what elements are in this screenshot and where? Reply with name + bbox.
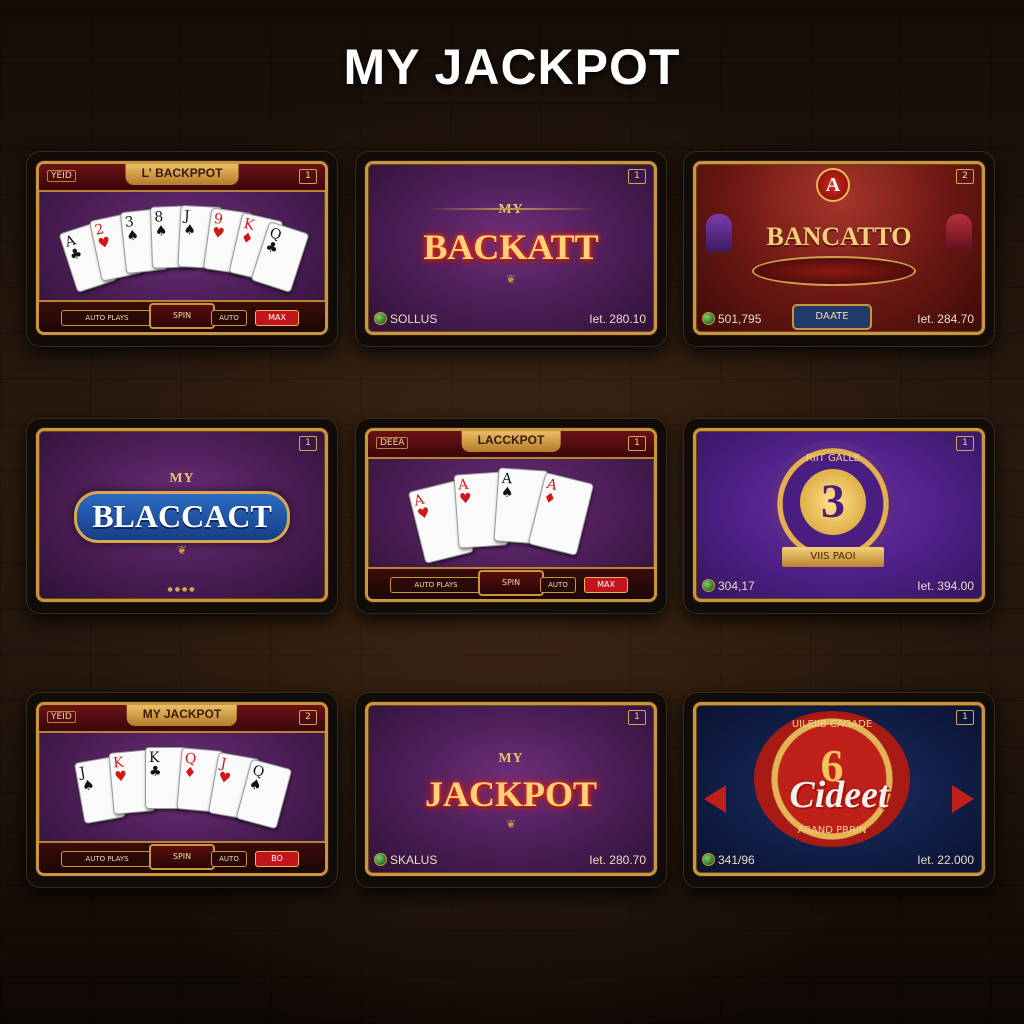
control-bar: AUTO PLAYS SPIN AUTO BO (39, 841, 325, 873)
medallion-ring-text: ARAND PRRIN (797, 825, 867, 836)
max-bet-button[interactable]: MAX (584, 577, 628, 593)
logo-plate: BLACCACT (74, 491, 290, 543)
medallion-ring-text: UILEIIB CAGADE (791, 719, 873, 730)
menu-label[interactable]: YEID (47, 170, 76, 182)
info-button[interactable]: 2 (956, 169, 974, 184)
game-logo: BLACCACT (92, 498, 272, 534)
medallion-ring-text: RIIT GALLE (805, 453, 861, 464)
game-logo: BANCATTO (766, 222, 912, 251)
tile-screen: 1 MY BLACCACT ❦ ●●●● (36, 428, 328, 602)
tile-screen: 1 MY JACKPOT ❦ SKALUS Iet. 280.70 (365, 702, 657, 876)
page-title: MY JACKPOT (343, 39, 681, 95)
game-tile-4[interactable]: 1 MY BLACCACT ❦ ●●●● (26, 418, 338, 614)
menu-label[interactable]: YEID (47, 711, 76, 723)
flourish-ornament-icon: ❦ (505, 817, 517, 831)
bet-readout: Iet. 284.70 (917, 312, 974, 326)
tile-top-bar: YEID L' BACKPPOT 1 (39, 164, 325, 192)
spin-button[interactable]: SPIN (149, 303, 215, 329)
game-tile-7[interactable]: YEID MY JACKPOT 2 J ♠ K ♥ K ♣ Q ♦ J ♥ Q ♠ AUTO… (26, 692, 338, 888)
tile-screen: YEID L' BACKPPOT 1 A ♣ 2 ♥ 3 ♠ 8 ♠ J ♠ 9 ♥ K ♦ … (36, 161, 328, 335)
deal-button[interactable]: DAATE (792, 304, 872, 330)
dealer-figure-icon (946, 214, 972, 252)
chip-icon (374, 312, 387, 325)
game-tile-6[interactable]: 1 RIIT GALLE 3 VIIS PAOI 304,17 Iet. 394… (683, 418, 995, 614)
info-button[interactable]: 2 (299, 710, 317, 725)
game-logo: JACKPOT (424, 774, 597, 814)
tile-screen: DEEA LACCKPOT 1 A ♥ A ♥ A ♠ A ♦ AUTO PLAYS S… (365, 428, 657, 602)
control-bar: AUTO PLAYS SPIN AUTO MAX (368, 567, 654, 599)
logo-subtitle: MY (498, 751, 524, 766)
spin-button[interactable]: SPIN (478, 570, 544, 596)
info-button[interactable]: 1 (299, 169, 317, 184)
control-bar: AUTO PLAYS SPIN AUTO MAX (39, 300, 325, 332)
auto-button[interactable]: AUTO (211, 851, 247, 867)
game-logo: Cideet (789, 774, 889, 816)
flourish-ornament-icon: ❦ (505, 272, 517, 286)
tile-screen: 1 UILEIIB CAGADE 6 Cideet ARAND PRRIN 34… (693, 702, 985, 876)
balance-readout: SOLLUS (374, 312, 437, 326)
balance-readout: 501,795 (702, 312, 761, 326)
info-button[interactable]: 1 (628, 169, 646, 184)
game-tile-2[interactable]: 1 MY BACKATT ❦ SOLLUS Iet. 280.10 (355, 151, 667, 347)
flourish-ornament-icon: ❦ (176, 543, 188, 557)
bet-readout: Iet. 22.000 (917, 853, 974, 867)
game-tile-1[interactable]: YEID L' BACKPPOT 1 A ♣ 2 ♥ 3 ♠ 8 ♠ J ♠ 9 ♥ K ♦ … (26, 151, 338, 347)
roulette-table (752, 256, 916, 286)
tile-top-bar: DEEA LACCKPOT 1 (368, 431, 654, 459)
logo-subtitle: MY (368, 202, 654, 218)
chip-icon (374, 853, 387, 866)
page-dots: ●●●● (167, 586, 197, 593)
tile-screen: 2 A BANCATTO DAATE 501,795 Iet. 284.70 (693, 161, 985, 335)
info-button[interactable]: 1 (628, 710, 646, 725)
jackpot-tag: L' BACKPPOT (125, 164, 239, 185)
bet-readout: Iet. 280.70 (589, 853, 646, 867)
game-tile-5[interactable]: DEEA LACCKPOT 1 A ♥ A ♥ A ♠ A ♦ AUTO PLAYS S… (355, 418, 667, 614)
info-button[interactable]: 1 (956, 436, 974, 451)
game-logo: BACKATT (423, 227, 599, 267)
game-tile-3[interactable]: 2 A BANCATTO DAATE 501,795 Iet. 284.70 (683, 151, 995, 347)
autoplay-button[interactable]: AUTO PLAYS (390, 577, 482, 593)
autoplay-button[interactable]: AUTO PLAYS (61, 310, 153, 326)
tile-top-bar: YEID MY JACKPOT 2 (39, 705, 325, 733)
autoplay-button[interactable]: AUTO PLAYS (61, 851, 153, 867)
tile-screen: YEID MY JACKPOT 2 J ♠ K ♥ K ♣ Q ♦ J ♥ Q ♠ AUTO… (36, 702, 328, 876)
tile-screen: 1 MY BACKATT ❦ SOLLUS Iet. 280.10 (365, 161, 657, 335)
chip-icon (702, 853, 715, 866)
max-bet-button[interactable]: MAX (255, 310, 299, 326)
menu-label[interactable]: DEEA (376, 437, 409, 449)
bet-readout: Iet. 280.10 (589, 312, 646, 326)
playing-cards-fan: J ♠ K ♥ K ♣ Q ♦ J ♥ Q ♠ (73, 745, 309, 835)
spin-button[interactable]: SPIN (149, 844, 215, 870)
info-button[interactable]: 1 (299, 436, 317, 451)
auto-button[interactable]: AUTO (211, 310, 247, 326)
emblem-badge: A (816, 168, 850, 202)
balance-readout: SKALUS (374, 853, 437, 867)
jackpot-tag: MY JACKPOT (126, 705, 238, 726)
game-tile-8[interactable]: 1 MY JACKPOT ❦ SKALUS Iet. 280.70 (355, 692, 667, 888)
bet-readout: Iet. 394.00 (917, 579, 974, 593)
info-button[interactable]: 1 (956, 710, 974, 725)
chip-icon (702, 312, 715, 325)
game-tile-9[interactable]: 1 UILEIIB CAGADE 6 Cideet ARAND PRRIN 34… (683, 692, 995, 888)
jackpot-tag: LACCKPOT (461, 431, 561, 452)
tile-screen: 1 RIIT GALLE 3 VIIS PAOI 304,17 Iet. 394… (693, 428, 985, 602)
info-button[interactable]: 1 (628, 436, 646, 451)
balance-readout: 341/96 (702, 853, 755, 867)
max-bet-button[interactable]: BO (255, 851, 299, 867)
balance-readout: 304,17 (702, 579, 755, 593)
logo-subtitle: MY (169, 471, 195, 486)
chip-icon (702, 579, 715, 592)
jackpot-number: 3 (800, 469, 866, 535)
playing-cards-fan: A ♥ A ♥ A ♠ A ♦ (407, 467, 646, 564)
dealer-figure-icon (706, 214, 732, 252)
ribbon-banner: VIIS PAOI (782, 547, 884, 567)
playing-cards-fan: A ♣ 2 ♥ 3 ♠ 8 ♠ J ♠ 9 ♥ K ♦ Q ♣ (58, 204, 310, 294)
flourish-line (426, 208, 596, 210)
auto-button[interactable]: AUTO (540, 577, 576, 593)
